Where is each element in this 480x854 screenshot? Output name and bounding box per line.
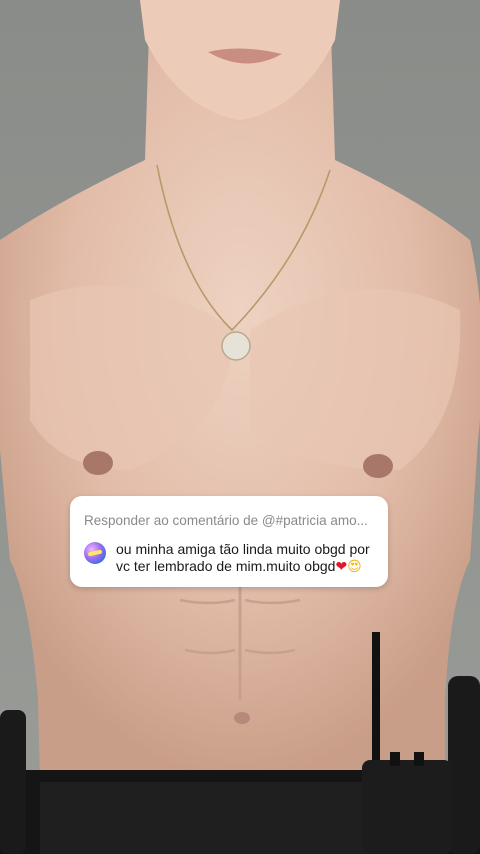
video-frame[interactable] <box>0 0 480 854</box>
heart-eyes-icon: 😍 <box>347 559 362 575</box>
comment-text-block: ou minha amiga tão linda muito obgd por … <box>116 541 370 576</box>
reply-body: ou minha amiga tão linda muito obgd por … <box>84 541 374 576</box>
video-background <box>0 0 480 854</box>
reply-header: Responder ao comentário de @#patricia am… <box>84 513 368 528</box>
red-heart-icon: ❤ <box>335 559 348 575</box>
commenter-avatar[interactable] <box>84 542 106 564</box>
reply-comment-sticker[interactable]: Responder ao comentário de @#patricia am… <box>70 496 388 587</box>
comment-text: ou minha amiga tão linda muito obgd por … <box>116 541 370 574</box>
